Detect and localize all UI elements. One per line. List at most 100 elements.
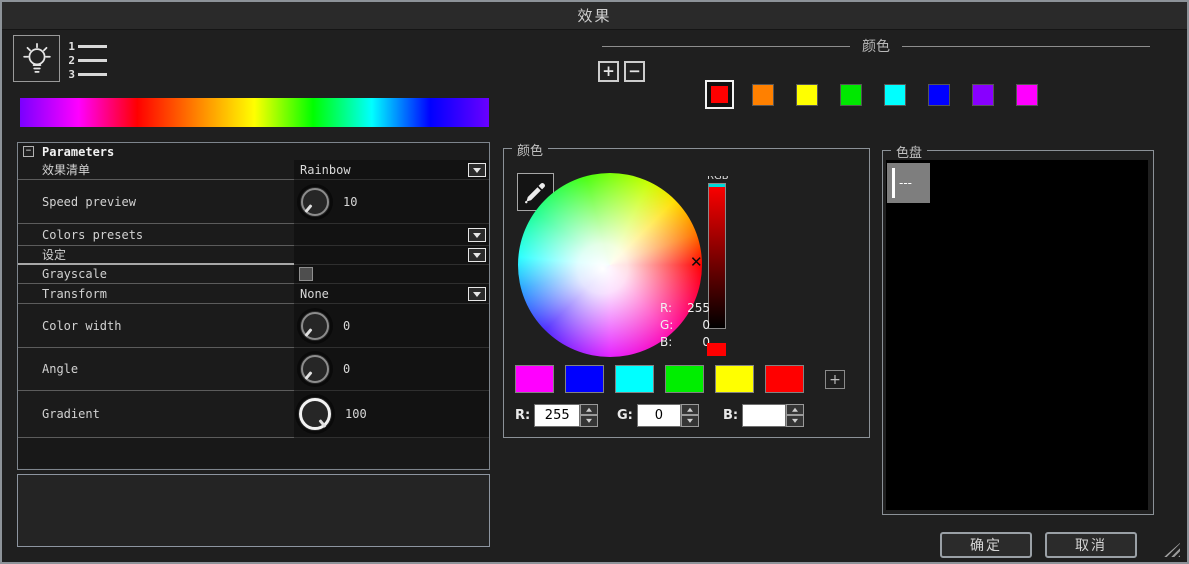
step-down-icon[interactable] <box>786 415 804 427</box>
resize-grip[interactable] <box>1164 543 1180 557</box>
param-row: 设定 <box>18 246 489 265</box>
step-up-icon[interactable] <box>580 404 598 416</box>
param-label: Color width <box>18 304 294 348</box>
speed-knob[interactable] <box>300 187 330 217</box>
step-up-icon[interactable] <box>681 404 699 416</box>
readout-line: G: 0 <box>660 318 710 335</box>
step-up-icon[interactable] <box>786 404 804 416</box>
preset-swatch[interactable] <box>765 365 804 393</box>
knob-value: 0 <box>343 362 350 376</box>
step-down-icon[interactable] <box>580 415 598 427</box>
remove-color-button[interactable]: − <box>624 61 645 82</box>
palette-item-selected[interactable]: --- <box>887 163 930 203</box>
color-wheel-cursor[interactable]: ✕ <box>690 255 703 270</box>
param-value-cell: 10 <box>294 180 489 224</box>
title-bar: 效果 <box>2 2 1187 30</box>
color-swatch[interactable] <box>884 84 906 106</box>
dropdown-value: None <box>294 287 329 301</box>
palette-group: 色盘 --- <box>882 150 1154 515</box>
slider-handle[interactable] <box>709 184 725 187</box>
param-label: Gradient <box>18 391 294 438</box>
list-bar <box>78 73 107 76</box>
preset-swatch[interactable] <box>515 365 554 393</box>
preset-swatch[interactable] <box>615 365 654 393</box>
color-picker-title: 颜色 <box>512 140 548 159</box>
param-row: Color width 0 <box>18 304 489 348</box>
preset-swatch[interactable] <box>565 365 604 393</box>
param-value-cell: 0 <box>294 348 489 391</box>
param-value-cell: 100 <box>294 391 489 438</box>
chevron-down-icon <box>473 233 481 242</box>
dropdown-button[interactable] <box>468 287 486 301</box>
slider-label: RGB <box>707 176 733 183</box>
red-input[interactable]: 255 <box>534 404 580 427</box>
add-color-button[interactable]: + <box>598 61 619 82</box>
preset-swatch[interactable] <box>665 365 704 393</box>
list-row: 2 <box>66 54 107 66</box>
param-row: Transform None <box>18 284 489 304</box>
panel-filler <box>18 438 489 468</box>
color-swatch[interactable] <box>752 84 774 106</box>
green-field-label: G: <box>617 408 633 423</box>
current-color-swatch <box>707 343 726 356</box>
list-number: 1 <box>66 40 75 53</box>
add-preset-button[interactable]: + <box>825 370 845 389</box>
readout-line: R: 255 <box>660 301 710 318</box>
param-value-cell: Rainbow <box>294 160 489 180</box>
color-swatch[interactable] <box>928 84 950 106</box>
palette-title: 色盘 <box>891 142 927 161</box>
color-swatch-selected[interactable] <box>705 80 734 109</box>
blue-stepper[interactable] <box>786 404 804 427</box>
green-stepper[interactable] <box>681 404 699 427</box>
step-down-icon[interactable] <box>681 415 699 427</box>
chevron-down-icon <box>473 168 481 177</box>
color-swatch[interactable] <box>796 84 818 106</box>
dropdown-button[interactable] <box>468 163 486 177</box>
red-field-group: R: 255 <box>515 403 598 427</box>
green-input[interactable]: 0 <box>637 404 681 427</box>
rainbow-preview-bar <box>20 98 489 127</box>
effect-dialog: 效果 1 2 3 − Parameters <box>0 0 1189 564</box>
param-label: Grayscale <box>18 265 294 284</box>
angle-knob[interactable] <box>300 354 330 384</box>
red-stepper[interactable] <box>580 404 598 427</box>
param-label: 效果清单 <box>18 160 294 180</box>
dropdown-button[interactable] <box>468 228 486 242</box>
param-value-cell <box>294 224 489 246</box>
numbered-list-icon[interactable]: 1 2 3 <box>66 40 107 82</box>
grayscale-checkbox[interactable] <box>299 267 313 281</box>
color-swatch[interactable] <box>972 84 994 106</box>
color-width-knob[interactable] <box>300 311 330 341</box>
colors-section-header: 颜色 <box>602 38 1150 54</box>
gradient-knob[interactable] <box>298 397 332 431</box>
parameters-panel: − Parameters 效果清单 Rainbow Speed preview … <box>17 142 490 470</box>
readout-label: B: <box>660 335 672 352</box>
lightbulb-icon <box>19 40 55 78</box>
param-row: Angle 0 <box>18 348 489 391</box>
green-field-group: G: 0 <box>617 403 699 427</box>
palette-list[interactable]: --- <box>886 160 1148 510</box>
swatch-fill <box>711 86 728 103</box>
light-output-button[interactable] <box>13 35 60 82</box>
param-label: 设定 <box>18 246 294 265</box>
param-label: Colors presets <box>18 224 294 246</box>
color-swatch[interactable] <box>1016 84 1038 106</box>
palette-item-label: --- <box>899 176 912 190</box>
param-row: Speed preview 10 <box>18 180 489 224</box>
text-cursor <box>892 168 895 198</box>
list-number: 3 <box>66 68 75 81</box>
description-box <box>17 474 490 547</box>
knob-value: 10 <box>343 195 357 209</box>
dropdown-button[interactable] <box>468 248 486 262</box>
value-slider[interactable] <box>708 183 726 329</box>
dialog-title: 效果 <box>577 5 611 26</box>
color-swatch[interactable] <box>840 84 862 106</box>
ok-button[interactable]: 确定 <box>940 532 1032 558</box>
blue-input[interactable] <box>742 404 786 427</box>
cancel-button[interactable]: 取消 <box>1045 532 1137 558</box>
collapse-button[interactable]: − <box>23 146 34 157</box>
readout-label: G: <box>660 318 673 335</box>
colors-section-title: 颜色 <box>862 36 890 56</box>
preset-swatch[interactable] <box>715 365 754 393</box>
dropdown-value: Rainbow <box>294 163 351 177</box>
